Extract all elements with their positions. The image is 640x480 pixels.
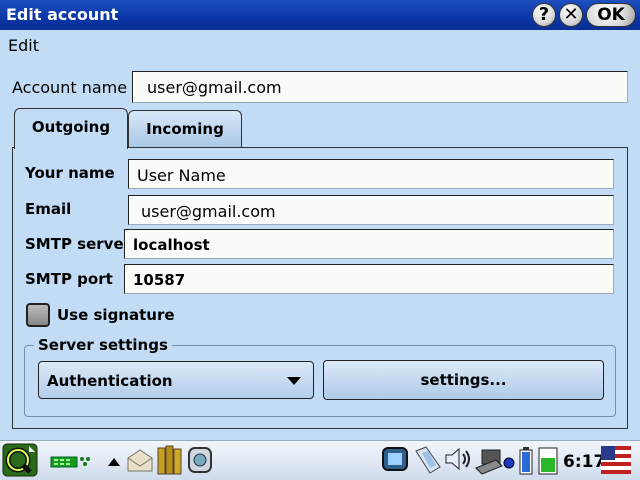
start-menu-icon[interactable] bbox=[2, 443, 38, 477]
close-button[interactable]: ✕ bbox=[559, 3, 583, 27]
smtp-port-label: SMTP port bbox=[25, 270, 113, 288]
ok-button[interactable]: OK bbox=[586, 3, 636, 27]
smtp-port-field[interactable]: 10587 bbox=[124, 264, 614, 294]
menu-edit[interactable]: Edit bbox=[8, 36, 39, 55]
chevron-down-icon bbox=[287, 377, 301, 385]
tab-incoming[interactable]: Incoming bbox=[128, 110, 242, 148]
your-name-field[interactable]: User Name bbox=[128, 159, 614, 189]
volume-icon[interactable] bbox=[443, 445, 473, 473]
media-icon[interactable] bbox=[380, 445, 410, 475]
tab-outgoing[interactable]: Outgoing bbox=[14, 108, 128, 149]
smtp-server-field[interactable]: localhost bbox=[124, 229, 614, 259]
laptop-icon[interactable] bbox=[474, 446, 504, 476]
account-name-label: Account name bbox=[12, 78, 128, 97]
server-settings-title: Server settings bbox=[34, 336, 172, 354]
settings-button[interactable]: settings... bbox=[323, 360, 604, 400]
mail-icon[interactable] bbox=[125, 445, 155, 475]
title-bar: Edit account ? ✕ OK bbox=[0, 0, 640, 30]
tray-arrow-icon[interactable] bbox=[107, 454, 121, 466]
use-signature-label: Use signature bbox=[57, 306, 175, 324]
network-status-icon[interactable] bbox=[50, 453, 94, 469]
signal-icon[interactable] bbox=[537, 446, 559, 476]
your-name-label: Your name bbox=[25, 164, 115, 182]
help-viewer-icon[interactable] bbox=[186, 445, 214, 475]
smtp-server-label: SMTP server bbox=[25, 235, 132, 253]
window-title: Edit account bbox=[6, 5, 119, 24]
help-button[interactable]: ? bbox=[532, 3, 556, 27]
email-field[interactable]: user@gmail.com bbox=[128, 195, 614, 225]
authentication-dropdown[interactable]: Authentication bbox=[38, 361, 314, 399]
authentication-selected: Authentication bbox=[47, 372, 173, 390]
clock[interactable]: 6:17 bbox=[563, 452, 605, 472]
books-icon[interactable] bbox=[155, 444, 185, 476]
us-flag-icon[interactable] bbox=[601, 446, 631, 474]
connection-icon[interactable] bbox=[412, 443, 444, 477]
use-signature-checkbox[interactable] bbox=[26, 303, 50, 327]
status-dot-icon bbox=[503, 455, 515, 469]
email-label: Email bbox=[25, 200, 72, 218]
battery-icon[interactable] bbox=[518, 446, 534, 476]
account-name-field[interactable]: user@gmail.com bbox=[132, 71, 628, 103]
